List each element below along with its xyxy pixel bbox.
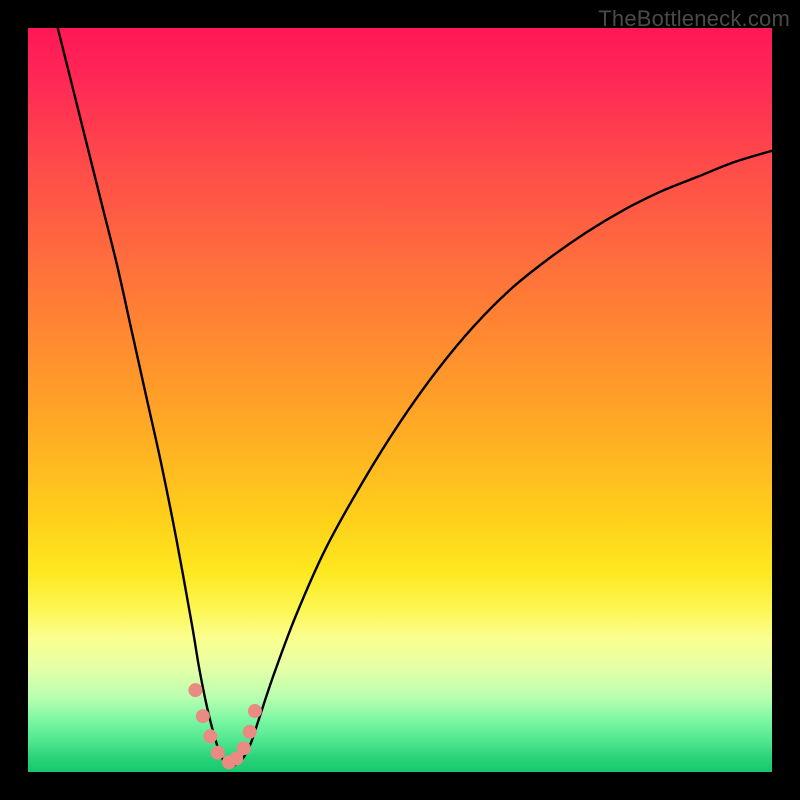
trough-marker	[196, 709, 210, 723]
watermark-text: TheBottleneck.com	[598, 6, 790, 32]
chart-frame: TheBottleneck.com	[0, 0, 800, 800]
trough-marker	[203, 729, 217, 743]
trough-marker	[237, 741, 251, 755]
trough-marker	[243, 725, 257, 739]
bottleneck-curve	[58, 28, 772, 765]
trough-marker	[188, 683, 202, 697]
plot-area	[28, 28, 772, 772]
curve-layer	[28, 28, 772, 772]
trough-markers	[188, 683, 262, 769]
trough-marker	[211, 746, 225, 760]
trough-marker	[248, 704, 262, 718]
